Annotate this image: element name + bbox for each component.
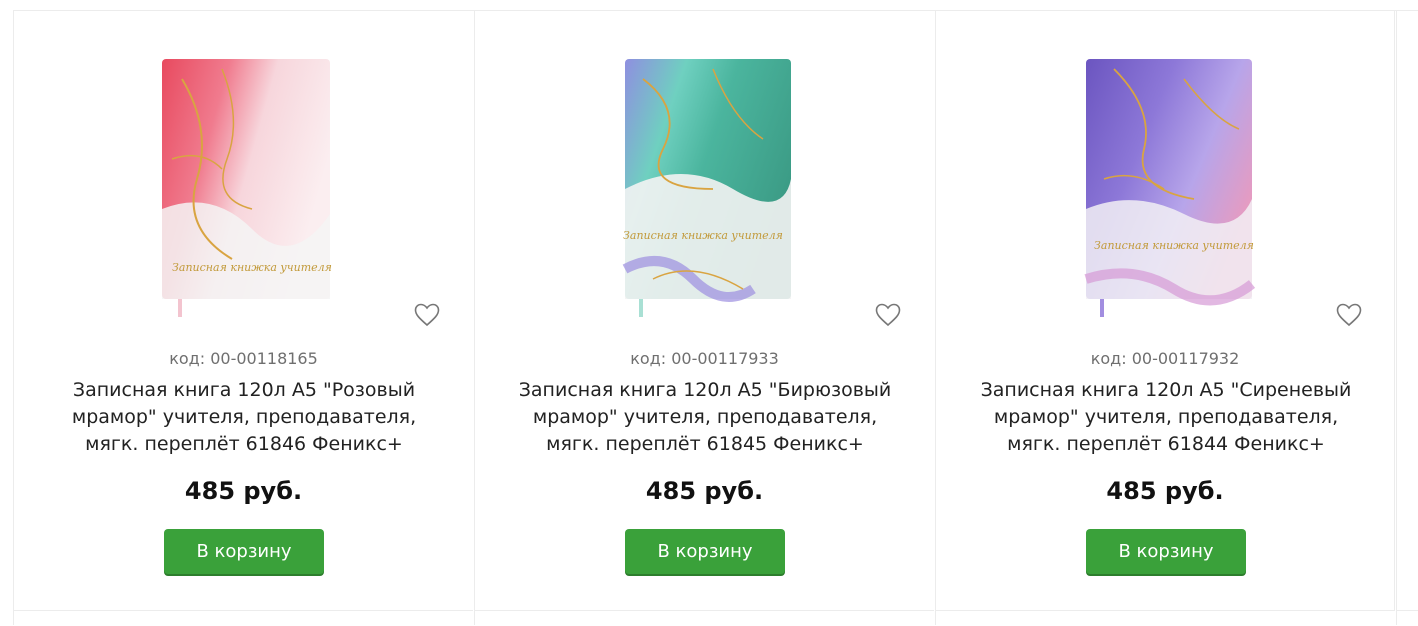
product-grid: Записная книжка учителя код: 00-00118165… [13,10,1418,626]
product-code: код: 00-00117933 [630,349,779,368]
cover-text: Записная книжка учителя [1094,239,1254,252]
add-to-cart-button[interactable]: В корзину [164,529,324,574]
cover-text: Записная книжка учителя [623,229,783,242]
product-code: код: 00-00118165 [169,349,318,368]
product-card: Записная книжка учителя код: 00-00117933… [474,11,934,611]
product-price: 485 руб. [1106,477,1224,505]
product-card: Записная книжка учителя код: 00-00118165… [13,11,473,611]
product-image[interactable]: Записная книжка учителя [102,39,342,329]
product-title-link[interactable]: Записная книга 120л А5 "Бирюзовый мрамор… [515,377,895,458]
product-title-link[interactable]: Записная книга 120л А5 "Розовый мрамор" … [54,377,434,458]
product-image[interactable]: Записная книжка учителя [1024,39,1264,329]
favorite-heart-icon[interactable] [1336,303,1362,327]
product-price: 485 руб. [645,477,764,505]
favorite-heart-icon[interactable] [414,303,440,327]
cover-text: Записная книжка учителя [172,261,332,274]
product-card: Записная книжка учителя код: 00-00117932… [935,11,1395,611]
next-row-edge [13,610,1418,625]
product-title-link[interactable]: Записная книга 120л А5 "Сиреневый мрамор… [976,377,1356,458]
add-to-cart-button[interactable]: В корзину [1086,529,1246,574]
product-image[interactable]: Записная книжка учителя [563,39,803,329]
product-code: код: 00-00117932 [1090,349,1240,368]
product-price: 485 руб. [184,477,303,505]
add-to-cart-button[interactable]: В корзину [625,529,785,574]
favorite-heart-icon[interactable] [875,303,901,327]
product-card-partial [1396,11,1418,611]
